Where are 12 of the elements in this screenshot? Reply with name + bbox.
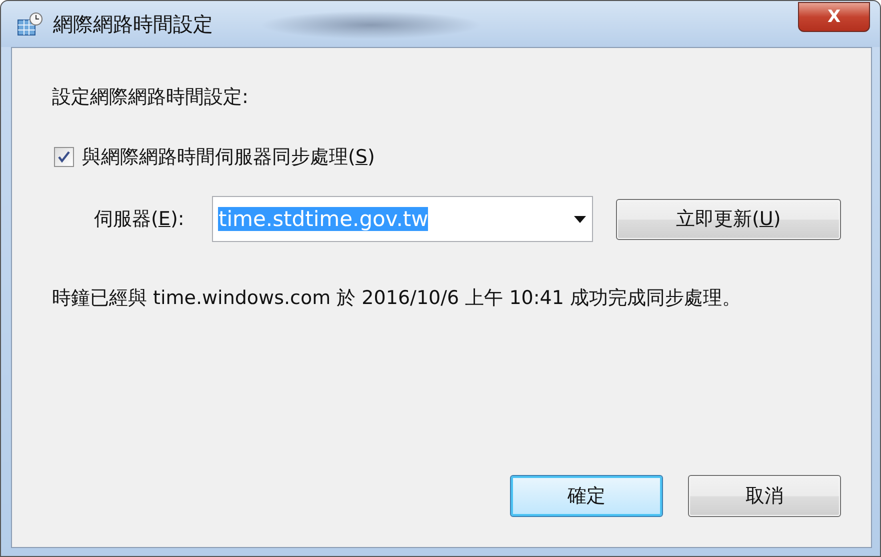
cancel-button[interactable]: 取消 <box>688 475 841 517</box>
close-button[interactable]: X <box>798 2 870 32</box>
server-label: 伺服器(E): <box>94 207 186 232</box>
sync-checkbox-label: 與網際網路時間伺服器同步處理(S) <box>82 145 375 170</box>
dropdown-arrow-icon[interactable] <box>574 216 586 222</box>
clock-calendar-icon <box>17 12 43 36</box>
sync-checkbox[interactable] <box>54 147 74 167</box>
update-now-button[interactable]: 立即更新(U) <box>616 198 841 240</box>
window-title: 網際網路時間設定 <box>53 10 213 38</box>
sync-status-text: 時鐘已經與 time.windows.com 於 2016/10/6 上午 10:41 成功完成同步處理。 <box>52 286 742 311</box>
ok-button[interactable]: 確定 <box>510 475 663 517</box>
section-heading: 設定網際網路時間設定: <box>52 85 250 110</box>
